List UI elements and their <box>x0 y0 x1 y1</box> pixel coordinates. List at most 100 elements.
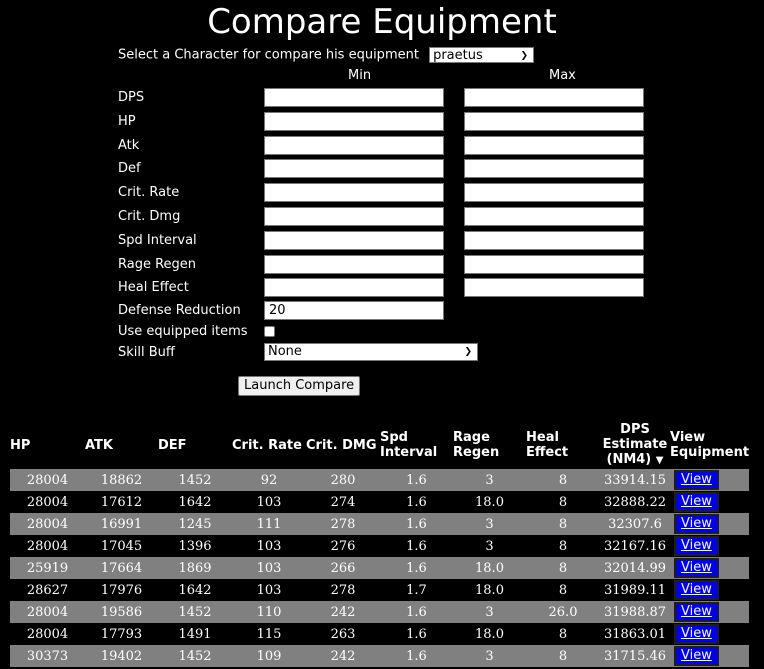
cell-view: View <box>670 645 750 667</box>
use-equipped-checkbox[interactable] <box>264 326 275 337</box>
cell-crit-dmg: 242 <box>306 601 380 623</box>
cell-def: 1491 <box>158 623 232 645</box>
heal-effect-min-input[interactable] <box>264 278 444 298</box>
crit-rate-max-input[interactable] <box>464 183 644 203</box>
view-equipment-button[interactable]: View <box>674 624 719 644</box>
cell-heal-effect: 8 <box>526 513 600 535</box>
cell-heal-effect: 8 <box>526 645 600 667</box>
rage-regen-max-input[interactable] <box>464 254 644 274</box>
cell-hp: 28004 <box>10 623 85 645</box>
defense-reduction-input[interactable] <box>264 301 444 320</box>
header-spd-interval-label: Spd Interval <box>380 430 438 460</box>
cell-rage-regen: 18.0 <box>453 623 526 645</box>
min-column-header: Min <box>348 68 372 83</box>
cell-rage-regen: 18.0 <box>453 557 526 579</box>
view-equipment-button[interactable]: View <box>674 602 719 622</box>
dps-label: DPS <box>118 90 145 105</box>
view-equipment-button[interactable]: View <box>674 470 719 490</box>
cell-hp: 28004 <box>10 535 85 557</box>
cell-rage-regen: 3 <box>453 601 526 623</box>
cell-spd-interval: 1.6 <box>380 469 453 491</box>
hp-max-input[interactable] <box>464 111 644 131</box>
header-heal-effect[interactable]: Heal Effect <box>526 421 600 469</box>
cell-crit-dmg: 276 <box>306 535 380 557</box>
rage-regen-min-input[interactable] <box>264 254 444 274</box>
header-hp[interactable]: HP <box>10 421 85 469</box>
cell-atk: 19586 <box>85 601 158 623</box>
character-select[interactable]: praetus ❯ <box>429 47 535 63</box>
dps-max-input[interactable] <box>464 88 644 107</box>
header-rage-regen-label: Rage Regen <box>453 430 500 460</box>
table-row: 30373 19402 1452 109 242 1.6 3 8 31715.46 View <box>10 645 750 667</box>
cell-hp: 28627 <box>10 579 85 601</box>
crit-rate-label: Crit. Rate <box>118 185 180 201</box>
cell-def: 1452 <box>158 601 232 623</box>
view-equipment-button[interactable]: View <box>674 580 719 600</box>
cell-view: View <box>670 557 750 579</box>
header-def[interactable]: DEF <box>158 421 232 469</box>
header-atk[interactable]: ATK <box>85 421 158 469</box>
view-equipment-button[interactable]: View <box>674 492 719 512</box>
header-dps-estimate[interactable]: DPS Estimate (NM4) ▼ <box>600 421 670 469</box>
view-equipment-button[interactable]: View <box>674 646 719 666</box>
cell-crit-dmg: 242 <box>306 645 380 667</box>
spd-interval-max-input[interactable] <box>464 230 644 250</box>
cell-heal-effect: 8 <box>526 623 600 645</box>
cell-heal-effect: 8 <box>526 557 600 579</box>
cell-atk: 18862 <box>85 469 158 491</box>
header-crit-dmg[interactable]: Crit. DMG <box>306 421 380 469</box>
cell-dps-estimate: 31863.01 <box>600 623 670 645</box>
cell-def: 1396 <box>158 535 232 557</box>
rage-regen-label: Rage Regen <box>118 256 197 272</box>
cell-view: View <box>670 469 750 491</box>
cell-spd-interval: 1.6 <box>380 645 453 667</box>
heal-effect-max-input[interactable] <box>464 278 644 298</box>
cell-rage-regen: 3 <box>453 645 526 667</box>
cell-hp: 25919 <box>10 557 85 579</box>
hp-min-input[interactable] <box>264 111 444 131</box>
character-select-value: praetus <box>433 48 483 63</box>
table-row: 28004 18862 1452 92 280 1.6 3 8 33914.15 View <box>10 469 750 491</box>
cell-crit-dmg: 266 <box>306 557 380 579</box>
cell-crit-rate: 103 <box>232 491 306 513</box>
cell-spd-interval: 1.6 <box>380 535 453 557</box>
view-equipment-button[interactable]: View <box>674 536 719 556</box>
atk-min-input[interactable] <box>264 135 444 155</box>
heal-effect-label: Heal Effect <box>118 280 189 296</box>
cell-crit-rate: 103 <box>232 535 306 557</box>
cell-rage-regen: 3 <box>453 513 526 535</box>
header-rage-regen[interactable]: Rage Regen <box>453 421 526 469</box>
skill-buff-select[interactable]: None ❯ <box>264 343 478 361</box>
cell-dps-estimate: 32888.22 <box>600 491 670 513</box>
cell-atk: 17793 <box>85 623 158 645</box>
cell-crit-dmg: 274 <box>306 491 380 513</box>
cell-dps-estimate: 31715.46 <box>600 645 670 667</box>
spd-interval-label: Spd Interval <box>118 232 197 248</box>
cell-heal-effect: 8 <box>526 469 600 491</box>
cell-hp: 30373 <box>10 645 85 667</box>
cell-crit-rate: 109 <box>232 645 306 667</box>
def-min-input[interactable] <box>264 159 444 179</box>
launch-compare-button[interactable]: Launch Compare <box>238 376 361 396</box>
dps-min-input[interactable] <box>264 88 444 107</box>
view-equipment-button[interactable]: View <box>674 558 719 578</box>
table-row: 28004 17045 1396 103 276 1.6 3 8 32167.16 View <box>10 535 750 557</box>
crit-dmg-max-input[interactable] <box>464 207 644 226</box>
spd-interval-min-input[interactable] <box>264 230 444 250</box>
atk-max-input[interactable] <box>464 135 644 155</box>
cell-rage-regen: 3 <box>453 535 526 557</box>
cell-spd-interval: 1.6 <box>380 623 453 645</box>
view-equipment-button[interactable]: View <box>674 514 719 534</box>
header-crit-rate[interactable]: Crit. Rate <box>232 421 306 469</box>
cell-view: View <box>670 535 750 557</box>
crit-dmg-min-input[interactable] <box>264 207 444 226</box>
crit-rate-min-input[interactable] <box>264 183 444 203</box>
page-title: Compare Equipment <box>207 2 557 42</box>
def-max-input[interactable] <box>464 159 644 179</box>
cell-atk: 17045 <box>85 535 158 557</box>
cell-spd-interval: 1.6 <box>380 513 453 535</box>
cell-hp: 28004 <box>10 491 85 513</box>
cell-rage-regen: 18.0 <box>453 579 526 601</box>
header-spd-interval[interactable]: Spd Interval <box>380 421 453 469</box>
character-select-row: Select a Character for compare his equip… <box>118 47 535 63</box>
